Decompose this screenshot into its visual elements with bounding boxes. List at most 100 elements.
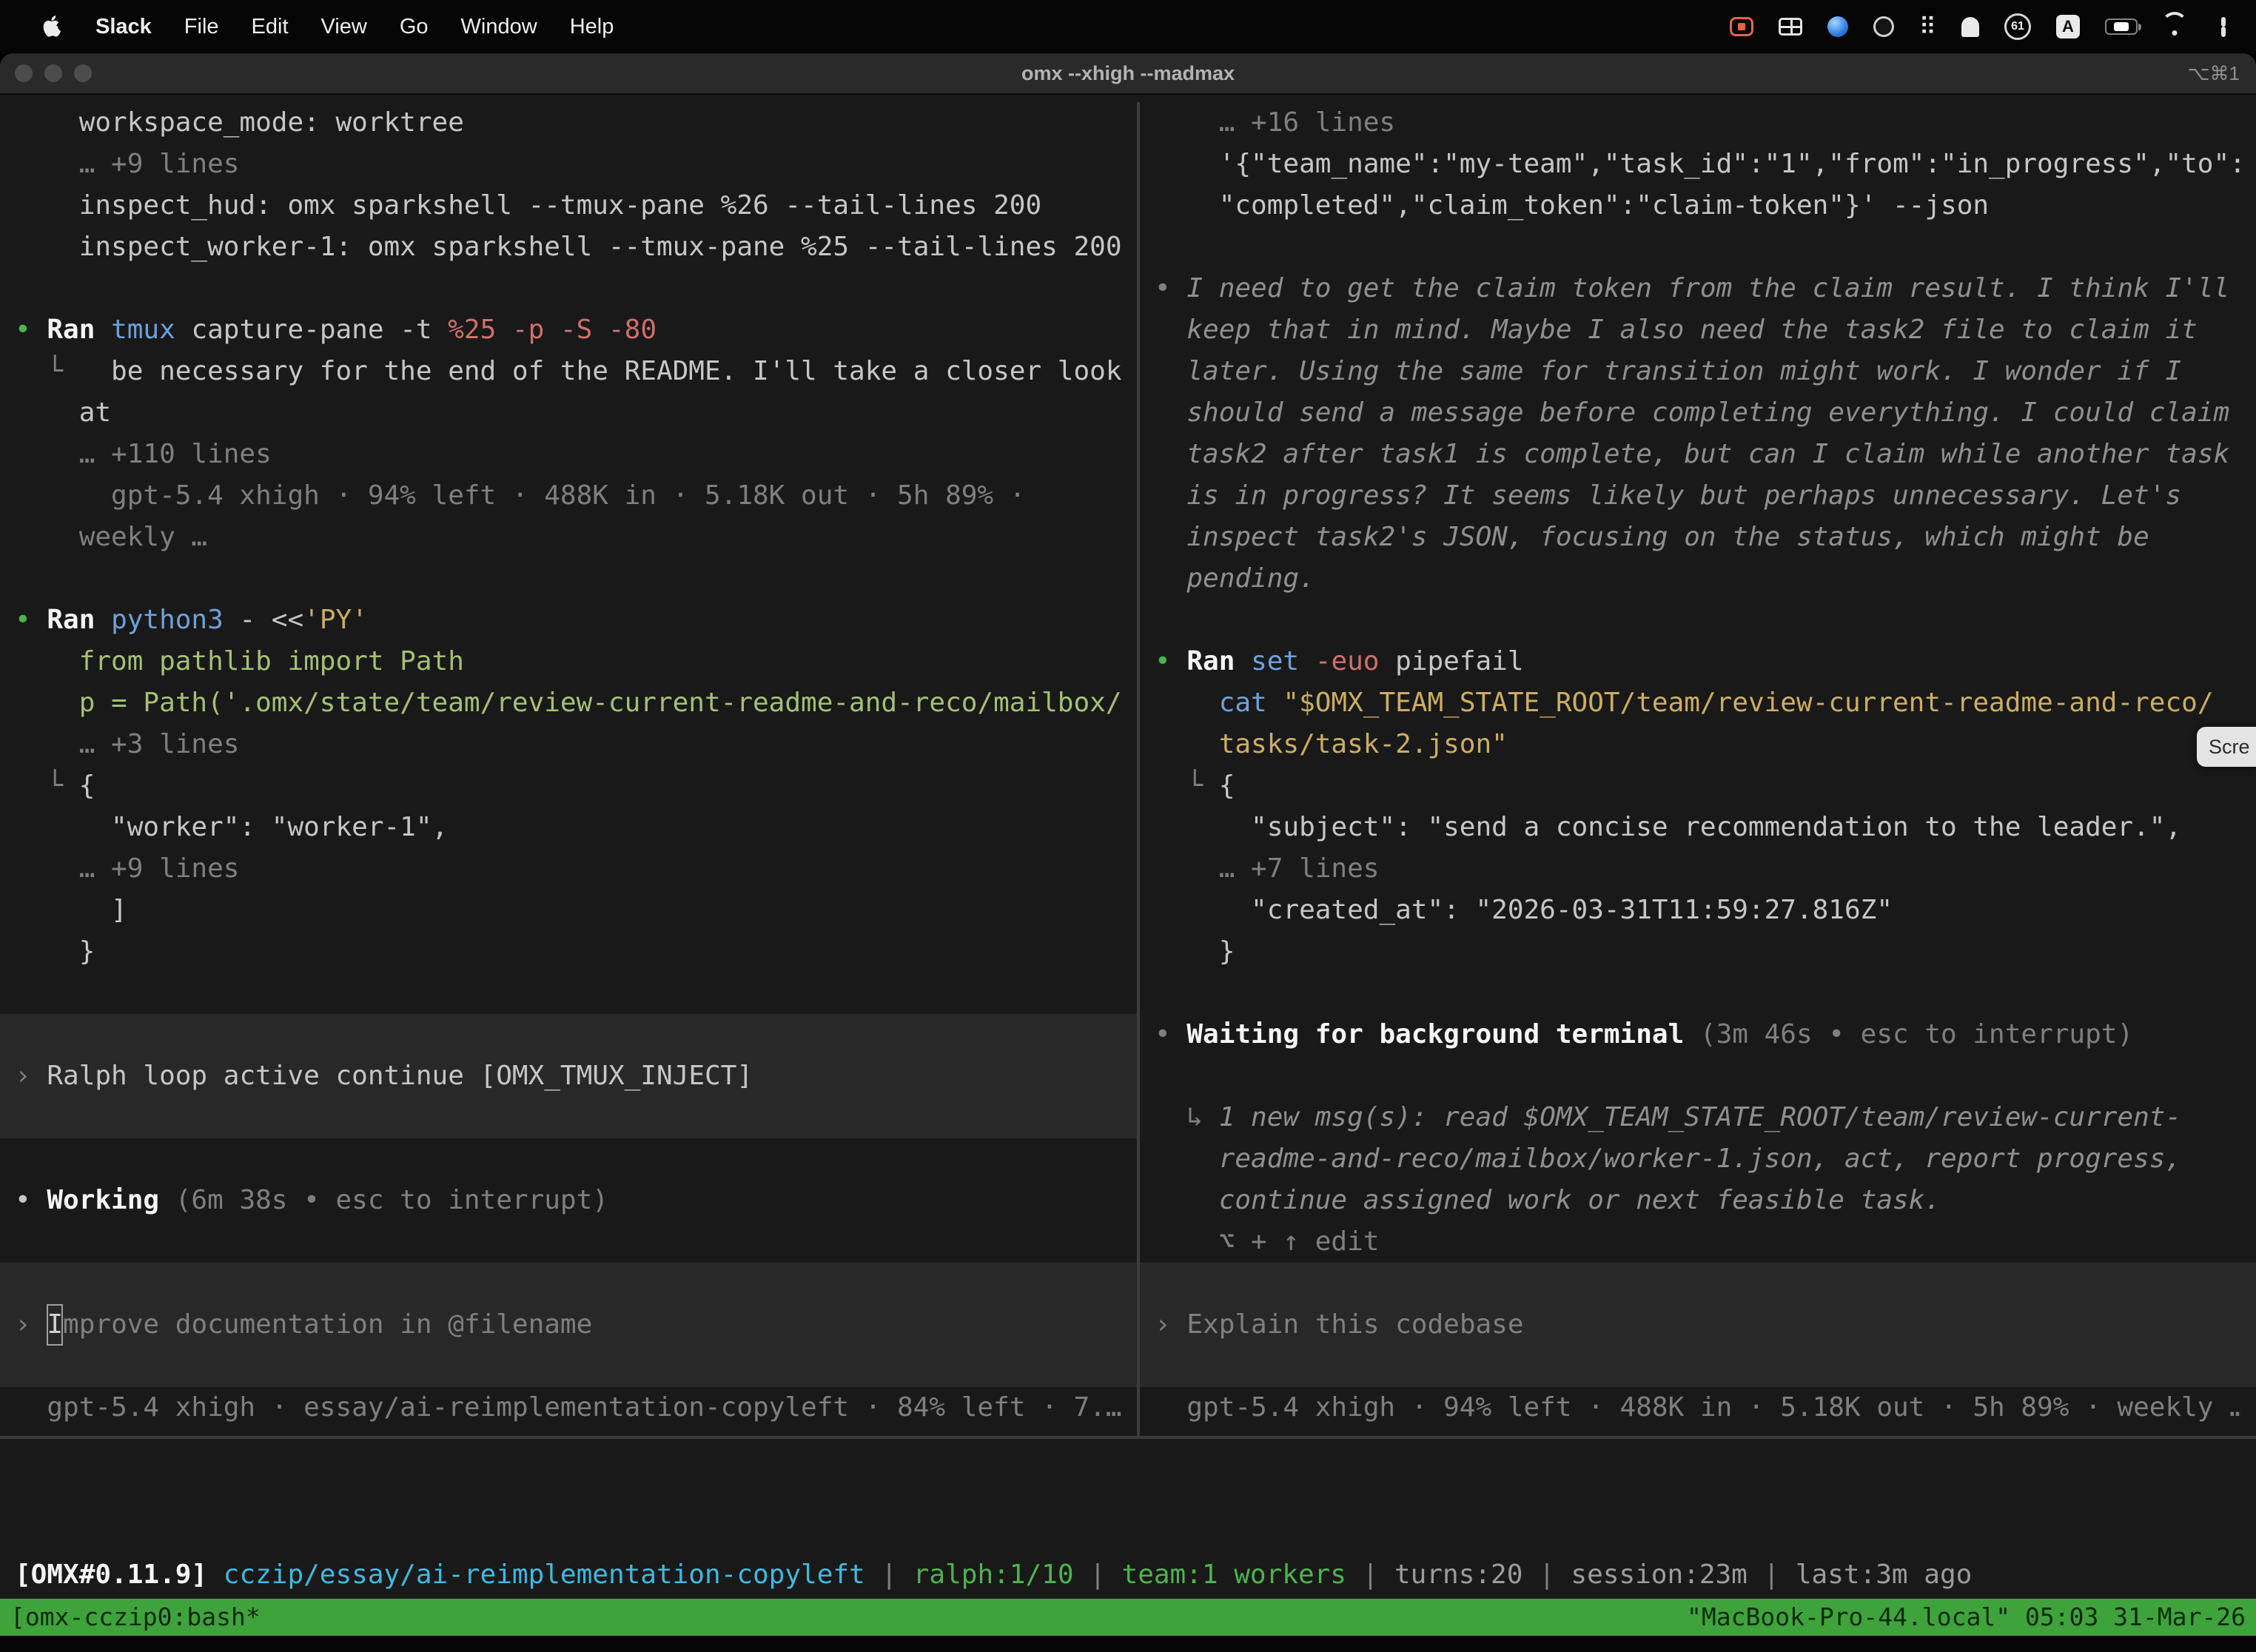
terminal-line: readme-and-reco/mailbox/worker-1.json, a… [1155,1138,2241,1180]
battery-icon[interactable] [2105,19,2138,35]
text-segment: } [1155,936,1235,967]
apple-menu[interactable] [27,0,79,53]
terminal-line: inspect_hud: omx sparkshell --tmux-pane … [15,185,1122,226]
text-segment: › [15,1055,47,1097]
text-segment: pipefail [1395,646,1523,676]
text-segment: … +9 lines [15,149,239,179]
text-segment: capture-pane -t [191,315,448,345]
text-segment: … +16 lines [1155,107,1395,138]
terminal-line: at [15,392,1122,434]
text-segment: -p -S -80 [512,315,657,345]
input-source-icon[interactable]: A [2056,15,2080,38]
screen: Slack FileEditViewGoWindowHelp ⠿61A omx … [0,0,2256,53]
terminal-line: p = Path('.omx/state/team/review-current… [15,682,1122,724]
text-segment: { [79,770,95,801]
text-segment: I [47,1304,63,1346]
text-segment: "$OMX_TEAM_STATE_ROOT/team/review-curren… [1283,688,2213,718]
terminal-line: • Working (6m 38s • esc to interrupt) [15,1180,1122,1221]
tmux-pane-left[interactable]: workspace_mode: worktree … +9 lines insp… [0,102,1137,1436]
menu-file[interactable]: File [168,0,235,53]
text-segment: %25 [448,315,512,345]
terminal-line [15,268,1122,309]
battery-gauge-icon[interactable]: 61 [2004,13,2031,40]
terminal-line: … +7 lines [1155,848,2241,890]
grid-icon[interactable] [1779,18,1802,36]
dots-grid-icon[interactable]: ⠿ [1919,15,1936,38]
text-segment: mprove documentation in @filename [63,1304,592,1346]
tmux-session-window: [omx-cczip0:bash* [10,1599,261,1636]
terminal-line: └ { [15,765,1122,807]
terminal-line: inspect task2's JSON, focusing on the st… [1155,517,2241,558]
terminal-line: "subject": "send a concise recommendatio… [1155,807,2241,848]
text-segment [15,563,31,594]
window-title-bar[interactable]: omx --xhigh --madmax ⌥⌘1 [0,53,2256,95]
text-segment: ] [15,895,127,925]
text-segment: later. Using the same for transition mig… [1155,356,2181,386]
text-segment: task2 after task1 is complete, but can I… [1155,439,2229,469]
composer-input[interactable]: › Improve documentation in @filename [0,1263,1137,1387]
text-segment: tasks/task-2.json" [1155,729,1508,759]
text-segment: at [15,397,111,428]
terminal-line: later. Using the same for transition mig… [1155,351,2241,392]
text-segment: be necessary for the end of the README. … [111,356,1121,386]
disc-icon[interactable] [1873,16,1894,37]
menu-view[interactable]: View [305,0,383,53]
text-segment: Ran [47,315,111,345]
text-segment: 'PY' [303,605,368,635]
terminal-line [15,973,1122,1014]
text-segment [1155,688,1219,718]
text-segment: [OMX#0.11.9] [15,1559,224,1590]
menu-window[interactable]: Window [445,0,554,53]
text-segment: workspace_mode: worktree [15,107,464,138]
terminal-line: tasks/task-2.json" [1155,724,2241,765]
menu-go[interactable]: Go [383,0,445,53]
screen-recording-icon[interactable] [1730,17,1753,36]
tmux-pane-right[interactable]: … +16 lines '{"team_name":"my-team","tas… [1140,102,2256,1436]
text-segment: p = Path('.omx/state/team/review-current… [15,688,1122,718]
text-segment: | [865,1559,913,1590]
text-segment: | [1074,1559,1122,1590]
menu-bar: Slack FileEditViewGoWindowHelp ⠿ 61 A [0,0,2256,53]
text-segment: └ [1155,770,1219,801]
terminal-line: } [1155,931,2241,973]
menu-edit[interactable]: Edit [235,0,305,53]
app-menu-slack[interactable]: Slack [79,0,168,53]
terminal-line [15,558,1122,600]
wifi-icon[interactable] [2163,18,2186,36]
apple-icon [43,15,63,38]
tmux-panes: workspace_mode: worktree … +9 lines insp… [0,95,2256,1436]
text-segment: • [1155,646,1186,676]
text-segment: › [15,1304,47,1346]
menu-status-icons: ⠿ 61 A [1730,0,2235,53]
screenshot-notification[interactable]: Scre [2197,727,2256,767]
terminal-line: pending. [1155,558,2241,600]
menu-help[interactable]: Help [554,0,631,53]
text-segment: • [15,1185,47,1215]
text-segment: (3m 46s • esc to interrupt) [1700,1019,2133,1050]
terminal-line: "worker": "worker-1", [15,807,1122,848]
ghost-icon[interactable] [1961,17,1979,37]
text-segment: … +3 lines [15,729,239,759]
text-segment [15,1144,31,1174]
swirl-icon[interactable] [1827,16,1848,37]
text-segment: 1 new msg(s): read $OMX_TEAM_STATE_ROOT/… [1219,1102,2181,1132]
text-segment: Working [47,1185,175,1215]
terminal-line: … +110 lines [15,434,1122,475]
control-center-icon[interactable] [2212,17,2235,37]
text-segment: ↳ [1155,1102,1219,1132]
text-segment: (6m 38s • esc to interrupt) [175,1185,608,1215]
text-segment: ⌥ + ↑ edit [1155,1226,1379,1257]
menu-bar-left: Slack FileEditViewGoWindowHelp [27,0,630,53]
text-segment [15,1226,31,1257]
text-segment: • [15,605,47,635]
text-segment: Explain this codebase [1186,1304,1523,1346]
text-segment: gpt-5.4 xhigh · 94% left · 488K in · 5.1… [15,480,1025,511]
text-segment: -euo [1315,646,1395,676]
terminal-line [15,1221,1122,1263]
text-segment [1155,978,1171,1008]
injected-prompt-box[interactable]: › Ralph loop active continue [OMX_TMUX_I… [0,1014,1137,1138]
text-segment: Ralph loop active continue [OMX_TMUX_INJ… [47,1055,753,1097]
composer-input[interactable]: › Explain this codebase [1140,1263,2256,1387]
text-segment: python3 [111,605,239,635]
text-segment: cczip/essay/ai-reimplementation-copyleft [224,1559,865,1590]
